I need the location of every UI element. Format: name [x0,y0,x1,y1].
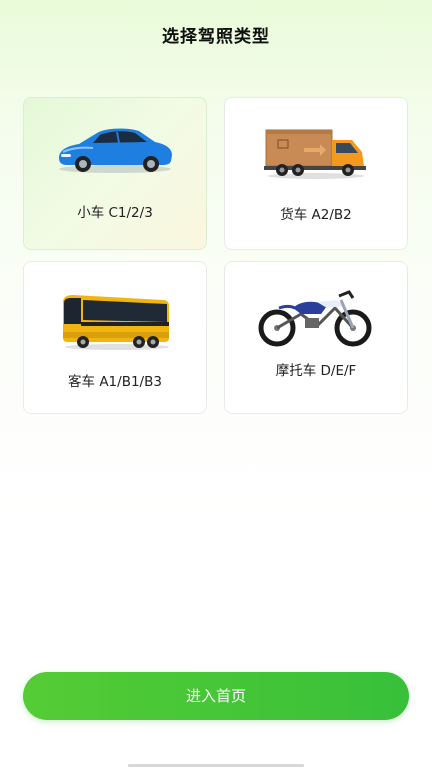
license-option-label: 客车 A1/B1/B3 [68,374,162,390]
enter-home-button[interactable]: 进入首页 [23,672,409,720]
license-option-label: 货车 A2/B2 [280,207,352,223]
license-option-bus[interactable]: 客车 A1/B1/B3 [23,261,207,414]
license-option-truck[interactable]: 货车 A2/B2 [224,97,408,250]
car-icon [24,124,206,174]
bus-icon [24,292,206,352]
license-option-label: 摩托车 D/E/F [275,363,357,379]
truck-icon [225,126,407,180]
license-option-car[interactable]: 小车 C1/2/3 [23,97,207,250]
license-option-label: 小车 C1/2/3 [77,205,153,221]
license-option-motorcycle[interactable]: 摩托车 D/E/F [224,261,408,414]
home-indicator [128,764,304,767]
motorcycle-icon [225,288,407,348]
page-title: 选择驾照类型 [162,27,270,47]
